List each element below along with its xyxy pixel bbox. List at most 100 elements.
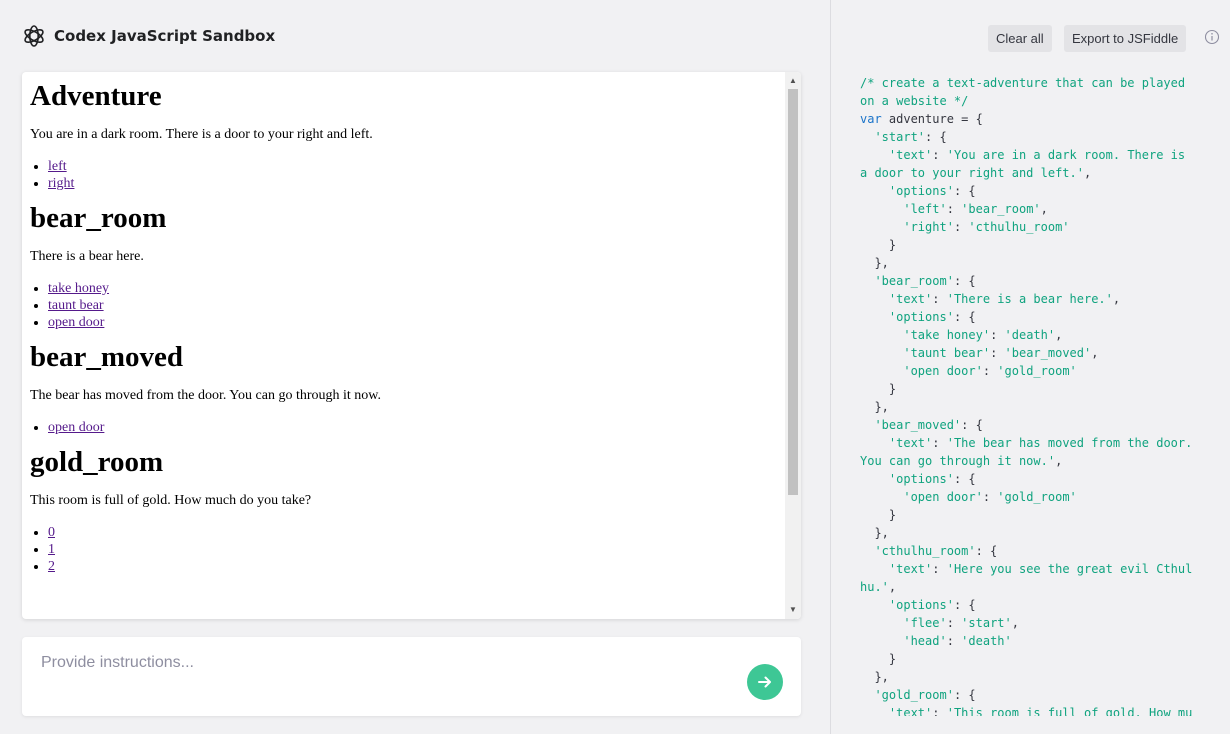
code-line: }, [860,524,1205,542]
code-token: : { [925,130,947,144]
code-line: 'open door': 'gold_room' [860,362,1205,380]
code-token: 'open door' [903,364,983,378]
info-icon[interactable] [1204,29,1220,45]
code-token: } [860,382,897,396]
generated-code[interactable]: /* create a text-adventure that can be p… [860,74,1205,716]
code-token: : [982,490,998,504]
arrow-right-icon [758,676,771,688]
code-token: hu.' [860,580,889,594]
code-line: /* create a text-adventure that can be p… [860,74,1205,92]
code-line: 'open door': 'gold_room' [860,488,1205,506]
code-token: 'bear_room' [961,202,1041,216]
room-description: This room is full of gold. How much do y… [30,493,312,508]
scrollbar-thumb[interactable] [788,89,798,495]
code-token: 'flee' [903,616,947,630]
code-line: 'head': 'death' [860,632,1205,650]
option-link[interactable]: right [48,176,74,191]
preview-scrollbar[interactable]: ▲ ▼ [785,72,801,619]
code-token: 'The bear has moved from the door. [946,436,1193,450]
option-link[interactable]: taunt bear [48,298,104,313]
code-line: var adventure = { [860,110,1205,128]
code-token: : [990,328,1005,342]
code-line: 'right': 'cthulhu_room' [860,218,1205,236]
code-token: } [860,508,897,522]
code-token: 'start' [874,130,926,144]
code-token: : [990,346,1005,360]
code-token: : [932,562,947,576]
code-line: }, [860,668,1205,686]
code-token: : { [961,418,983,432]
code-line: 'text': 'The bear has moved from the doo… [860,434,1205,452]
code-line: 'taunt bear': 'bear_moved', [860,344,1205,362]
code-token: : [932,706,947,716]
code-token: on a website */ [860,94,969,108]
code-token: 'gold_room' [874,688,954,702]
code-token: You can go through it now.' [860,454,1056,468]
code-token: : { [953,184,976,198]
code-line: 'bear_moved': { [860,416,1205,434]
clear-all-button[interactable]: Clear all [988,25,1052,52]
scroll-up-arrow-icon[interactable]: ▲ [785,74,801,88]
list-item: open door [48,314,777,331]
export-jsfiddle-button[interactable]: Export to JSFiddle [1064,25,1187,52]
room-heading: Adventure [30,80,162,112]
option-link[interactable]: 0 [48,525,55,540]
scroll-down-arrow-icon[interactable]: ▼ [785,603,801,617]
instruction-box [22,637,801,716]
code-line: a door to your right and left.', [860,164,1205,182]
code-token: 'death' [961,634,1012,648]
room-section: bear_room There is a bear here. take honey… [30,202,777,331]
room-heading: bear_moved [30,341,184,373]
code-token: } [860,238,897,252]
code-line: }, [860,398,1205,416]
code-line: hu.', [860,578,1205,596]
room-options-list: open door [30,419,777,436]
code-token: /* create a text-adventure that can be p… [860,76,1186,90]
code-token: : { [953,472,976,486]
code-token: , [1083,166,1092,180]
output-preview[interactable]: Adventure You are in a dark room. There i… [22,72,801,619]
room-options-list: 0 1 2 [30,524,777,575]
list-item: take honey [48,280,777,297]
code-line: 'cthulhu_room': { [860,542,1205,560]
code-token: , [1112,292,1121,306]
option-link[interactable]: 2 [48,559,55,574]
code-token: : { [953,310,976,324]
code-token: var [860,112,882,126]
code-token: 'bear_moved' [874,418,962,432]
option-link[interactable]: open door [48,420,104,435]
send-button[interactable] [747,664,783,700]
option-link[interactable]: open door [48,315,104,330]
code-token: 'options' [888,598,954,612]
code-token: 'text' [888,436,933,450]
code-token: , [1091,346,1099,360]
list-item: left [48,158,777,175]
instructions-input[interactable] [39,649,733,677]
code-token: : [946,634,962,648]
code-token: 'gold_room' [997,364,1077,378]
room-heading: bear_room [30,202,167,234]
list-item: 0 [48,524,777,541]
option-link[interactable]: left [48,159,67,174]
room-options-list: left right [30,158,777,192]
code-token: 'There is a bear here.' [946,292,1113,306]
room-options-list: take honey taunt bear open door [30,280,777,331]
option-link[interactable]: 1 [48,542,55,557]
code-token: 'Here you see the great evil Cthul [946,562,1193,576]
code-token: adventure = { [881,112,983,126]
code-token: 'options' [888,184,954,198]
room-section: bear_moved The bear has moved from the do… [30,341,777,436]
code-token: 'right' [903,220,954,234]
code-token: }, [860,670,889,684]
option-link[interactable]: take honey [48,281,109,296]
code-panel: Clear all Export to JSFiddle /* create a… [830,0,1230,734]
